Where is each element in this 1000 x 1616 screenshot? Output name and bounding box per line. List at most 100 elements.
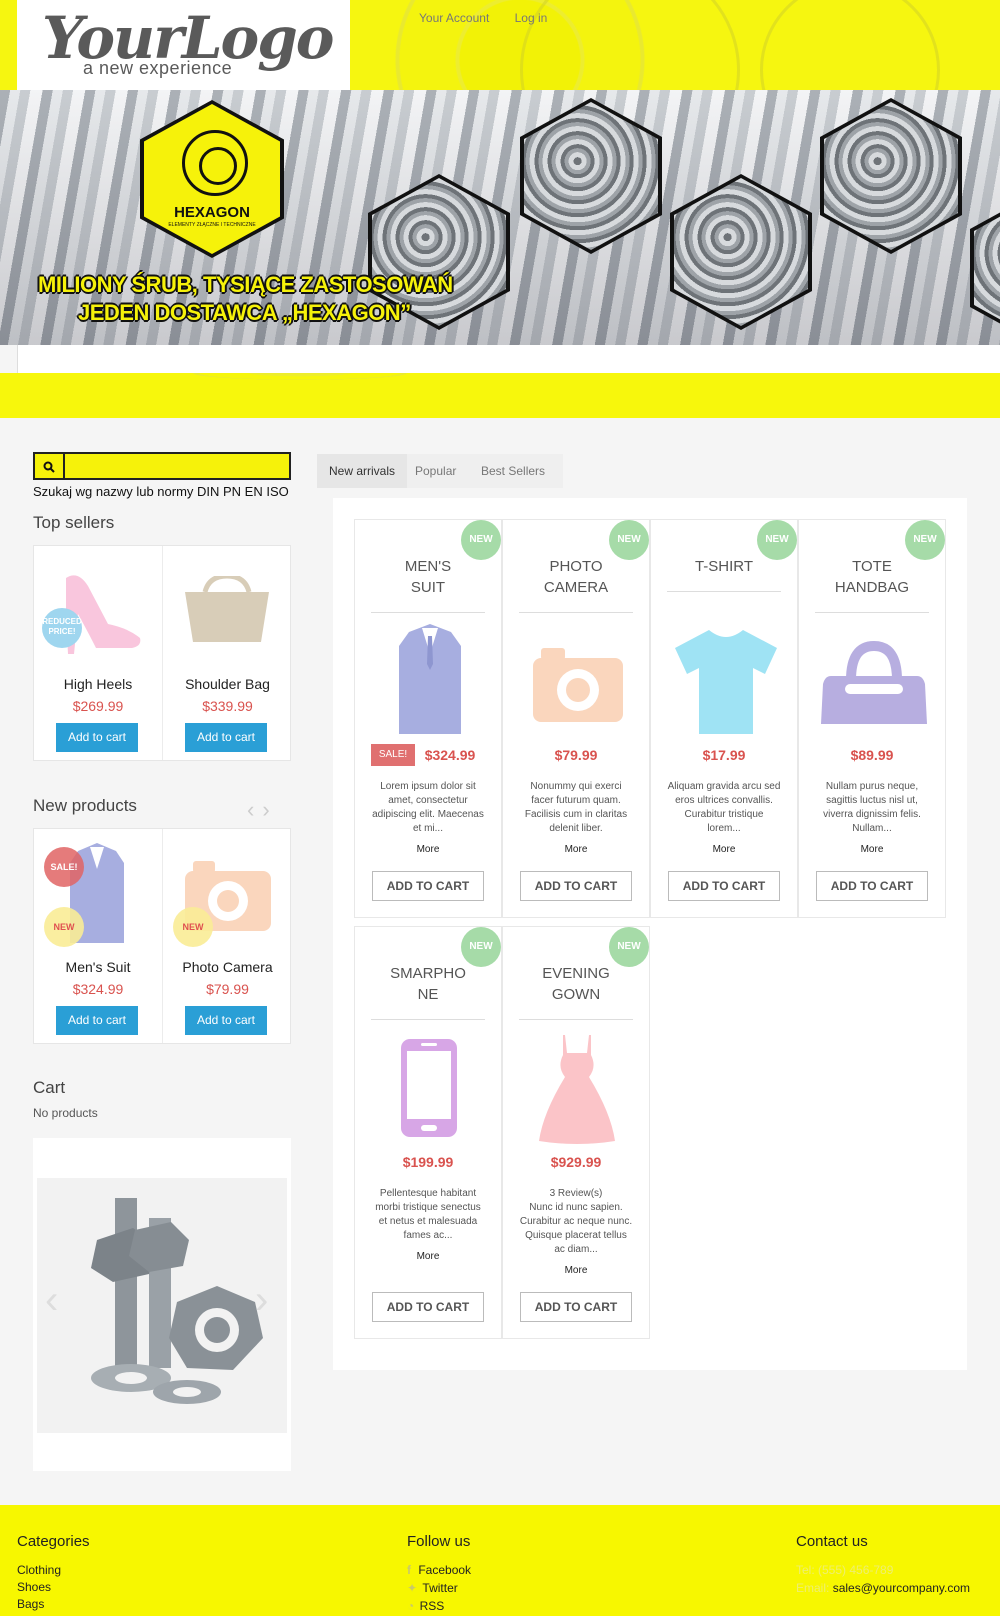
mens-suit-image[interactable] — [395, 624, 465, 736]
shoulder-bag-image[interactable] — [179, 576, 275, 648]
footer-phone: Tel: (555) 456-789 — [796, 1563, 894, 1577]
footer-category-link[interactable]: Clothing — [17, 1563, 61, 1577]
tab-best-sellers[interactable]: Best Sellers — [469, 454, 557, 488]
new-badge: NEW — [173, 907, 213, 947]
footer-email[interactable]: Email: sales@yourcompany.com — [796, 1581, 970, 1595]
hex-brand-sub: ELEMENTY ZŁĄCZNE I TECHNICZNE — [168, 222, 256, 228]
footer-rss-link[interactable]: ◔ RSS — [407, 1599, 444, 1613]
product-description: Lorem ipsum dolor sit amet, consectetur … — [372, 781, 484, 834]
product-card[interactable]: NEW EVENING GOWN $929.99 3 Review(s) Nunc… — [502, 926, 650, 1339]
product-card[interactable]: NEW T-SHIRT $17.99 Aliquam gravida arcu … — [650, 519, 798, 918]
tote-handbag-image[interactable] — [819, 640, 929, 730]
add-to-cart-button[interactable]: ADD TO CART — [668, 871, 780, 901]
product-title[interactable]: MEN'S SUIT — [365, 556, 491, 598]
product-price: $199.99 — [402, 1154, 454, 1170]
footer-follow-label: RSS — [419, 1599, 445, 1613]
product-card[interactable]: NEW TOTE HANDBAG $89.99 Nullam purus nequ… — [798, 519, 946, 918]
add-to-cart-button[interactable]: ADD TO CART — [520, 871, 632, 901]
chevron-left-icon[interactable]: ‹ — [45, 1278, 58, 1323]
footer-facebook-link[interactable]: f Facebook — [407, 1563, 471, 1577]
bolts-photo — [91, 1198, 263, 1404]
search-button[interactable] — [35, 454, 65, 478]
add-to-cart-button[interactable]: Add to cart — [185, 1006, 267, 1035]
product-price: $324.99 — [72, 981, 124, 997]
footer-email-address[interactable]: sales@yourcompany.com — [833, 1581, 970, 1595]
site-header: YourLogo a new experience Your Account L… — [0, 0, 1000, 180]
product-title[interactable]: SMARPHO NE — [365, 963, 491, 1005]
smartphone-image[interactable] — [399, 1037, 459, 1139]
footer-twitter-link[interactable]: ✦ Twitter — [407, 1581, 458, 1595]
product-name[interactable]: Shoulder Bag — [163, 676, 292, 692]
add-to-cart-button[interactable]: ADD TO CART — [816, 871, 928, 901]
twitter-icon: ✦ — [407, 1581, 418, 1595]
logo-tagline: a new experience — [83, 58, 233, 78]
banner-headline-2: JEDEN DOSTAWCA „HEXAGON” — [78, 300, 411, 325]
search-box — [33, 452, 291, 480]
product-description: Pellentesque habitant morbi tristique se… — [375, 1188, 481, 1241]
new-product-item[interactable]: NEW Photo Camera $79.99 Add to cart — [163, 829, 292, 1043]
new-products-title: New products — [33, 796, 137, 815]
new-product-item[interactable]: SALE! NEW Men's Suit $324.99 Add to cart — [34, 829, 163, 1043]
add-to-cart-button[interactable]: ADD TO CART — [372, 1292, 484, 1322]
top-seller-item[interactable]: Shoulder Bag $339.99 Add to cart — [163, 546, 292, 760]
more-link[interactable]: More — [355, 844, 501, 855]
product-title[interactable]: T-SHIRT — [661, 556, 787, 577]
add-to-cart-button[interactable]: Add to cart — [185, 723, 267, 752]
more-link[interactable]: More — [651, 844, 797, 855]
more-link[interactable]: More — [503, 1265, 649, 1276]
add-to-cart-button[interactable]: ADD TO CART — [372, 871, 484, 901]
tab-new-arrivals[interactable]: New arrivals — [317, 454, 408, 488]
product-card[interactable]: NEW MEN'S SUIT SALE! $324.99 Lorem ipsum … — [354, 519, 502, 918]
product-name[interactable]: Photo Camera — [163, 959, 292, 975]
product-price: $79.99 — [206, 981, 249, 997]
more-link[interactable]: More — [503, 844, 649, 855]
your-account-link[interactable]: Your Account — [419, 11, 489, 25]
product-reviews[interactable]: 3 Review(s) — [519, 1187, 633, 1201]
account-links: Your Account Log in — [419, 11, 569, 25]
chevron-left-icon[interactable]: ‹ — [247, 797, 262, 822]
new-badge: NEW — [609, 520, 649, 560]
nut-icon — [182, 130, 248, 196]
more-link[interactable]: More — [799, 844, 945, 855]
promo-carousel[interactable]: ‹ › — [33, 1138, 291, 1471]
footer-follow-label: Facebook — [418, 1563, 472, 1577]
hero-banner[interactable]: HEXAGON ELEMENTY ZŁĄCZNE I TECHNICZNE MI… — [0, 90, 1000, 345]
new-badge: NEW — [609, 927, 649, 967]
new-products-carousel-nav: ‹› — [247, 797, 278, 823]
more-link[interactable]: More — [355, 1251, 501, 1262]
chevron-right-icon[interactable]: › — [255, 1278, 268, 1323]
top-seller-item[interactable]: REDUCED PRICE! High Heels $269.99 Add to… — [34, 546, 163, 760]
add-to-cart-button[interactable]: ADD TO CART — [520, 1292, 632, 1322]
photo-camera-image[interactable] — [529, 644, 627, 724]
tab-popular[interactable]: Popular — [403, 454, 468, 488]
product-title[interactable]: EVENING GOWN — [513, 963, 639, 1005]
product-description: Nonummy qui exerci facer futurum quam. F… — [524, 781, 628, 834]
add-to-cart-button[interactable]: Add to cart — [56, 723, 138, 752]
products-panel: NEW MEN'S SUIT SALE! $324.99 Lorem ipsum … — [333, 498, 967, 1370]
footer-follow-label: Twitter — [422, 1581, 458, 1595]
promo-bolts-image[interactable]: ‹ › — [37, 1178, 287, 1433]
t-shirt-image[interactable] — [671, 626, 781, 736]
logo[interactable]: YourLogo a new experience — [17, 0, 350, 90]
reduced-price-badge: REDUCED PRICE! — [42, 608, 82, 648]
add-to-cart-button[interactable]: Add to cart — [56, 1006, 138, 1035]
evening-gown-image[interactable] — [537, 1033, 617, 1145]
product-title[interactable]: PHOTO CAMERA — [513, 556, 639, 598]
login-link[interactable]: Log in — [515, 11, 548, 25]
product-name[interactable]: Men's Suit — [34, 959, 162, 975]
product-price: $269.99 — [72, 698, 124, 714]
new-badge: NEW — [461, 520, 501, 560]
banner-strip — [17, 345, 1000, 373]
search-input[interactable] — [67, 454, 289, 478]
product-name[interactable]: High Heels — [34, 676, 162, 692]
product-card[interactable]: NEW SMARPHO NE $199.99 Pellentesque habit… — [354, 926, 502, 1339]
chevron-right-icon[interactable]: › — [262, 797, 277, 822]
footer-category-link[interactable]: Shoes — [17, 1580, 51, 1594]
product-title[interactable]: TOTE HANDBAG — [809, 556, 935, 598]
footer-categories-title: Categories — [17, 1533, 90, 1550]
cart-title: Cart — [33, 1078, 66, 1097]
product-card[interactable]: NEW PHOTO CAMERA $79.99 Nonummy qui exerc… — [502, 519, 650, 918]
product-price: $89.99 — [850, 747, 894, 763]
search-hint: Szukaj wg nazwy lub normy DIN PN EN ISO — [33, 484, 289, 499]
footer-category-link[interactable]: Bags — [17, 1597, 44, 1611]
